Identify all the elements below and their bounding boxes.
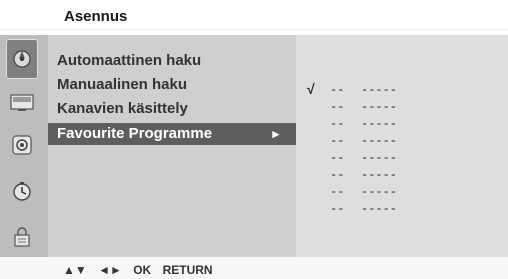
menu-item-auto-tuning[interactable]: Automaattinen haku — [57, 52, 201, 69]
ok-key-label: OK — [133, 263, 152, 277]
programme-number: -- — [330, 151, 345, 165]
programme-name: ----- — [361, 185, 398, 199]
programme-number: -- — [330, 100, 345, 114]
menu-item-programme-edit[interactable]: Kanavien käsittely — [57, 100, 188, 117]
left-right-keys-icon: ◄► — [98, 263, 122, 277]
programme-name: ----- — [361, 134, 398, 148]
programme-name: ----- — [361, 202, 398, 216]
programme-number: -- — [330, 168, 345, 182]
programme-number: -- — [330, 117, 345, 131]
tv-osd-menu: Asennus Automaattinen haku Manuaalinen h… — [0, 0, 508, 279]
time-icon[interactable] — [6, 175, 38, 207]
programme-number: -- — [330, 134, 345, 148]
sound-icon[interactable] — [6, 129, 38, 161]
favourite-programme-list: √ -- ----- -- ----- -- ----- -- ----- --… — [296, 35, 508, 257]
setup-icon[interactable] — [6, 39, 38, 79]
page-title: Asennus — [64, 8, 128, 25]
special-icon[interactable] — [6, 221, 38, 253]
picture-icon[interactable] — [6, 87, 38, 119]
key-legend: ▲▼ ◄► OK RETURN — [63, 263, 221, 277]
checkmark-icon: √ — [307, 81, 315, 97]
title-divider — [0, 29, 508, 30]
setup-menu: Automaattinen haku Manuaalinen haku Kana… — [48, 35, 296, 257]
programme-number: -- — [330, 83, 345, 97]
menu-category-column — [0, 35, 48, 257]
help-bar: ▲▼ ◄► OK RETURN — [0, 257, 508, 279]
menu-item-manual-tuning[interactable]: Manuaalinen haku — [57, 76, 187, 93]
menu-item-label: Favourite Programme — [57, 125, 213, 142]
return-key-label: RETURN — [162, 263, 213, 277]
programme-number: -- — [330, 202, 345, 216]
submenu-arrow-icon: ► — [270, 127, 282, 141]
up-down-keys-icon: ▲▼ — [63, 263, 87, 277]
menu-item-favourite-programme[interactable]: Favourite Programme ► — [48, 123, 296, 145]
programme-name: ----- — [361, 100, 398, 114]
programme-name: ----- — [361, 151, 398, 165]
programme-name: ----- — [361, 117, 398, 131]
title-bar: Asennus — [0, 0, 508, 35]
programme-name: ----- — [361, 83, 398, 97]
programme-name: ----- — [361, 168, 398, 182]
programme-number: -- — [330, 185, 345, 199]
